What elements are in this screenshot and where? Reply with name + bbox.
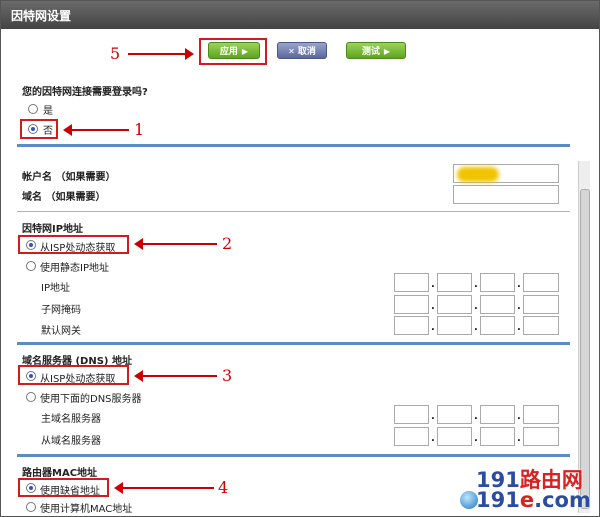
ip-octet-input[interactable] xyxy=(394,273,429,292)
ip-auto-radio[interactable] xyxy=(26,240,36,250)
annotation-3: 3 xyxy=(222,366,233,385)
ip-address-label: IP地址 xyxy=(41,283,70,294)
gateway-octet-input[interactable] xyxy=(480,316,515,335)
secondary-dns-octet-input[interactable] xyxy=(394,427,429,446)
gateway-octet-input[interactable] xyxy=(523,316,559,335)
ip-static-radio[interactable] xyxy=(26,261,36,271)
secondary-dns-octet-input[interactable] xyxy=(480,427,515,446)
domain-input[interactable] xyxy=(453,185,559,204)
annotation-arrow-5 xyxy=(128,48,194,60)
mac-default-radio[interactable] xyxy=(26,483,36,493)
ip-octet-input[interactable] xyxy=(480,273,515,292)
section-divider xyxy=(17,342,570,345)
login-yes-label: 是 xyxy=(43,106,53,117)
login-yes-radio[interactable] xyxy=(28,104,38,114)
blurred-username-value xyxy=(457,167,499,182)
secondary-dns-octet-input[interactable] xyxy=(437,427,472,446)
primary-dns-octet-input[interactable] xyxy=(437,405,472,424)
annotation-arrow-2 xyxy=(134,238,217,250)
watermark-logo: 191路由网 191e.com xyxy=(476,468,591,512)
subnet-octet-input[interactable] xyxy=(523,295,559,314)
secondary-dns-label: 从域名服务器 xyxy=(41,436,101,447)
mac-computer-label: 使用计算机MAC地址 xyxy=(40,504,133,515)
play-icon: ▶ xyxy=(241,47,249,56)
subnet-octet-input[interactable] xyxy=(480,295,515,314)
dns-auto-label: 从ISP处动态获取 xyxy=(40,374,116,385)
annotation-1: 1 xyxy=(134,120,145,139)
login-no-radio[interactable] xyxy=(28,124,38,134)
mac-default-label: 使用缺省地址 xyxy=(40,486,100,497)
annotation-arrow-4 xyxy=(114,482,214,494)
annotation-4: 4 xyxy=(218,478,229,497)
login-no-label: 否 xyxy=(43,126,53,137)
mac-section-title: 路由器MAC地址 xyxy=(22,468,98,479)
section-divider xyxy=(17,211,570,212)
ip-static-label: 使用静态IP地址 xyxy=(40,263,109,274)
dns-manual-label: 使用下面的DNS服务器 xyxy=(40,394,142,405)
internet-settings-window: 因特网设置 应用 ▶ ✕ 取消 测试 ▶ 5 您的因特网连接需要登录吗? 是 否 1 … xyxy=(0,0,600,517)
play-icon: ▶ xyxy=(383,47,391,56)
subnet-octet-input[interactable] xyxy=(437,295,472,314)
test-button[interactable]: 测试 ▶ xyxy=(346,42,406,59)
scrollbar-thumb[interactable] xyxy=(580,189,590,509)
primary-dns-octet-input[interactable] xyxy=(480,405,515,424)
annotation-arrow-3 xyxy=(134,370,217,382)
section-divider xyxy=(17,454,570,457)
window-title: 因特网设置 xyxy=(1,1,599,29)
username-label: 帐户名 （如果需要） xyxy=(22,172,116,183)
ip-octet-input[interactable] xyxy=(437,273,472,292)
subnet-octet-input[interactable] xyxy=(394,295,429,314)
annotation-5: 5 xyxy=(110,44,121,63)
cancel-button[interactable]: ✕ 取消 xyxy=(277,42,327,59)
mac-computer-radio[interactable] xyxy=(26,502,36,512)
gateway-octet-input[interactable] xyxy=(437,316,472,335)
annotation-arrow-1 xyxy=(63,124,129,136)
ip-octet-input[interactable] xyxy=(523,273,559,292)
primary-dns-octet-input[interactable] xyxy=(394,405,429,424)
default-gateway-label: 默认网关 xyxy=(41,326,81,337)
subnet-mask-label: 子网掩码 xyxy=(41,305,81,316)
close-icon: ✕ xyxy=(288,47,295,56)
annotation-2: 2 xyxy=(222,234,233,253)
primary-dns-label: 主域名服务器 xyxy=(41,414,101,425)
section-divider xyxy=(17,144,570,147)
dns-manual-radio[interactable] xyxy=(26,392,36,402)
primary-dns-octet-input[interactable] xyxy=(523,405,559,424)
domain-label: 域名 （如果需要） xyxy=(22,192,106,203)
dns-auto-radio[interactable] xyxy=(26,371,36,381)
vertical-scrollbar[interactable] xyxy=(578,161,590,513)
secondary-dns-octet-input[interactable] xyxy=(523,427,559,446)
login-question: 您的因特网连接需要登录吗? xyxy=(22,87,148,98)
ip-auto-label: 从ISP处动态获取 xyxy=(40,243,116,254)
apply-button[interactable]: 应用 ▶ xyxy=(208,42,260,59)
gateway-octet-input[interactable] xyxy=(394,316,429,335)
ip-section-title: 因特网IP地址 xyxy=(22,224,84,235)
